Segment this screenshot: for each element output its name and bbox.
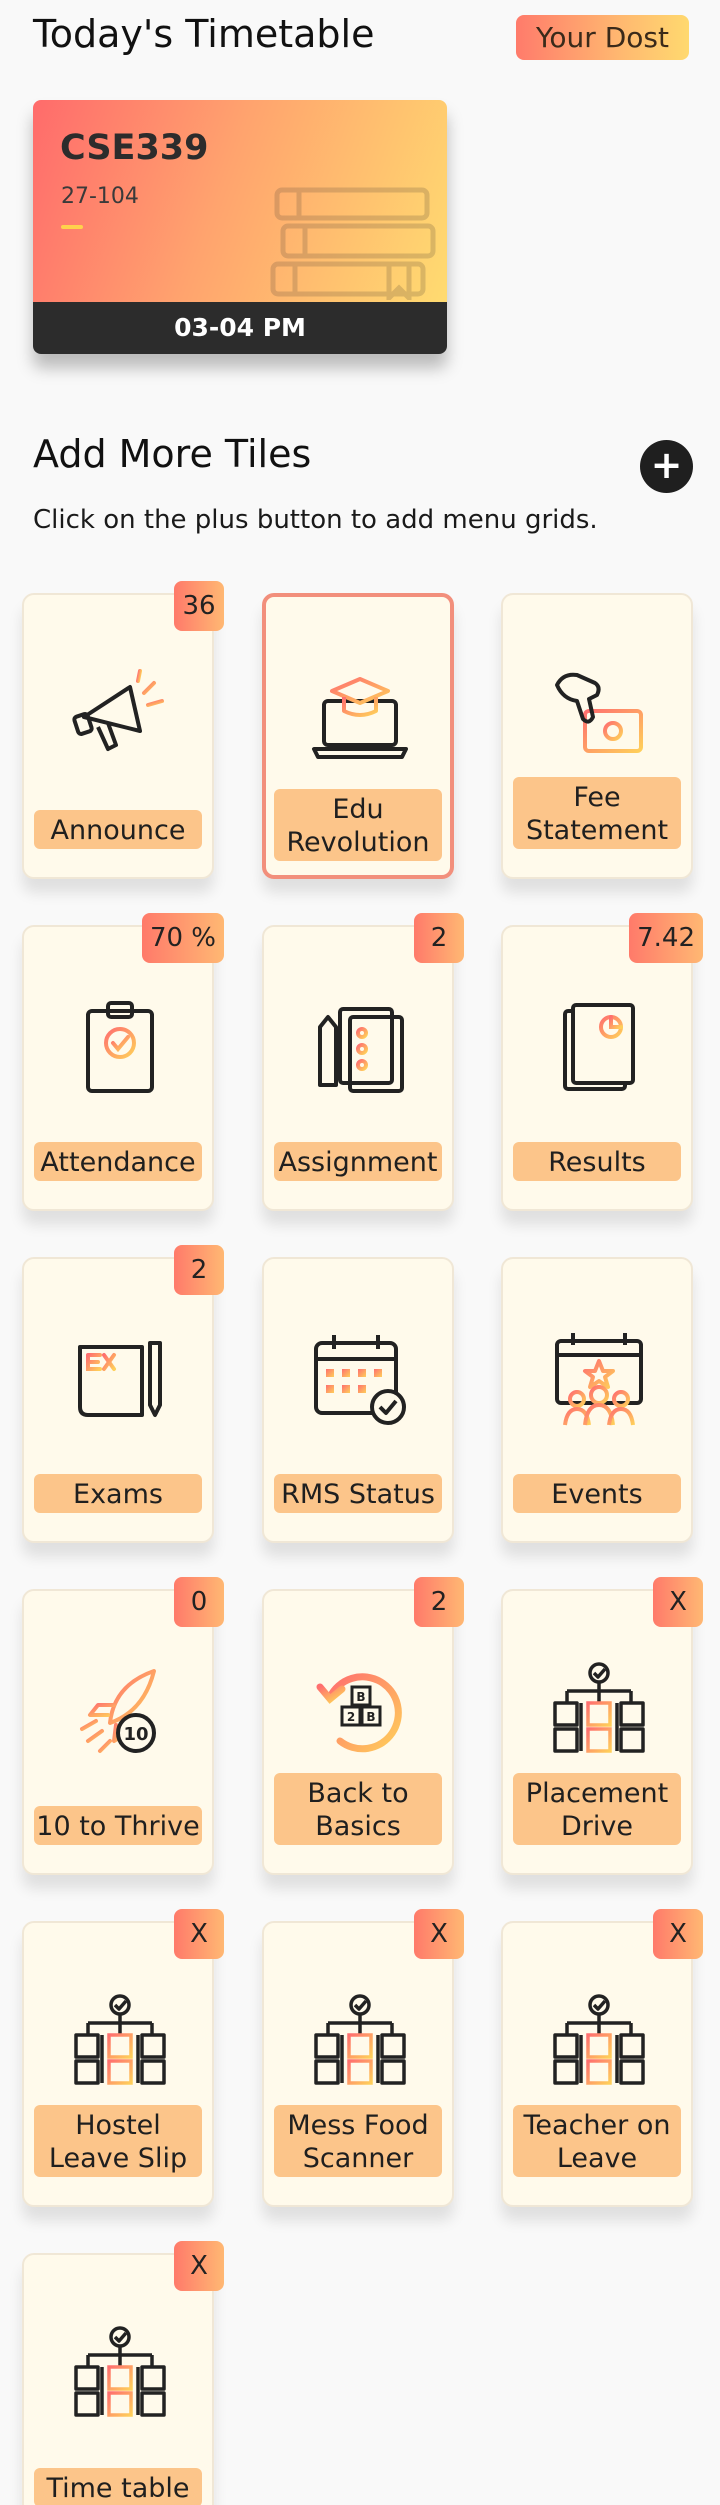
tile-assignment[interactable]: 2 Assignment <box>262 913 464 1211</box>
svg-text:10: 10 <box>123 1724 148 1745</box>
hierarchy-icon <box>314 1994 406 2085</box>
clipboard-check-icon <box>86 1001 154 1093</box>
room-number: 27-104 <box>61 184 139 209</box>
tile-label: Hostel Leave Slip <box>34 2105 202 2177</box>
tile-teacher-on-leave[interactable]: X Teacher on Leave <box>501 1909 703 2207</box>
tile-time-table[interactable]: X Time table <box>22 2241 224 2505</box>
exam-paper-icon <box>78 1341 162 1417</box>
tile-label: Back to Basics <box>274 1773 442 1845</box>
report-chart-icon <box>563 1003 635 1091</box>
tile-placement-drive[interactable]: X Placement Drive <box>501 1577 703 1875</box>
class-time: 03-04 PM <box>33 302 447 354</box>
accent-dash <box>61 225 83 229</box>
tile-results[interactable]: 7.42 Results <box>501 913 703 1211</box>
tile-fee-statement[interactable]: Fee Statement <box>501 593 693 879</box>
add-tile-button[interactable]: + <box>640 440 693 493</box>
tile-label: Edu Revolution <box>274 789 442 861</box>
svg-text:B: B <box>366 1710 375 1724</box>
rocket-icon: 10 <box>80 1669 156 1753</box>
section-hint: Click on the plus button to add menu gri… <box>33 505 598 535</box>
megaphone-icon <box>72 669 164 751</box>
tile-rms-status[interactable]: RMS Status <box>262 1257 454 1543</box>
graduation-laptop-icon <box>312 677 408 759</box>
tile-label: Events <box>513 1474 681 1513</box>
course-code: CSE339 <box>60 128 209 168</box>
hierarchy-icon <box>553 1662 645 1753</box>
tile-label: Attendance <box>34 1142 202 1181</box>
tile-badge: 2 <box>174 1245 224 1295</box>
tile-exams[interactable]: 2 Exams <box>22 1245 224 1543</box>
tile-edu-revolution[interactable]: Edu Revolution <box>262 593 454 879</box>
svg-text:B: B <box>356 1690 365 1704</box>
tile-label: Results <box>513 1142 681 1181</box>
tile-badge: X <box>653 1577 703 1627</box>
calendar-people-icon <box>555 1333 643 1426</box>
tile-badge: 2 <box>414 913 464 963</box>
tile-10-to-thrive[interactable]: 0 10 10 to Thrive <box>22 1577 224 1875</box>
timetable-card[interactable]: CSE339 27-104 03-04 PM <box>33 100 447 354</box>
hand-money-icon <box>555 672 643 753</box>
tile-label: Time table <box>34 2468 202 2505</box>
tile-mess-food-scanner[interactable]: X Mess Food Scanner <box>262 1909 464 2207</box>
page-title: Today's Timetable <box>33 12 375 56</box>
tile-badge: 7.42 <box>629 913 703 963</box>
tile-badge: X <box>174 2241 224 2291</box>
hierarchy-icon <box>74 1994 166 2085</box>
tile-back-to-basics[interactable]: 2 B2B Back to Basics <box>262 1577 464 1875</box>
tile-label: Mess Food Scanner <box>274 2105 442 2177</box>
tile-events[interactable]: Events <box>501 1257 693 1543</box>
tile-badge: 70 % <box>141 913 224 963</box>
hierarchy-icon <box>553 1994 645 2085</box>
tile-label: Placement Drive <box>513 1773 681 1845</box>
tile-badge: 36 <box>174 581 224 631</box>
tile-badge: 0 <box>174 1577 224 1627</box>
tile-attendance[interactable]: 70 % Attendance <box>22 913 224 1211</box>
tile-badge: X <box>174 1909 224 1959</box>
tile-hostel-leave-slip[interactable]: X Hostel Leave Slip <box>22 1909 224 2207</box>
books-icon <box>270 187 436 300</box>
tile-badge: 2 <box>414 1577 464 1627</box>
tile-label: Teacher on Leave <box>513 2105 681 2177</box>
tile-badge: X <box>414 1909 464 1959</box>
tile-badge: X <box>653 1909 703 1959</box>
hierarchy-icon <box>74 2326 166 2417</box>
svg-text:2: 2 <box>347 1710 355 1724</box>
tile-label: Exams <box>34 1474 202 1513</box>
tile-label: Assignment <box>274 1142 442 1181</box>
blocks-refresh-icon: B2 B <box>316 1673 402 1753</box>
checklist-pencil-icon <box>318 1007 404 1093</box>
tile-label: RMS Status <box>274 1474 442 1513</box>
calendar-check-icon <box>314 1335 406 1425</box>
tile-label: Announce <box>34 810 202 849</box>
tile-announce[interactable]: 36 Announce <box>22 581 224 879</box>
section-title: Add More Tiles <box>33 432 312 476</box>
tile-label: Fee Statement <box>513 777 681 849</box>
tile-label: 10 to Thrive <box>34 1806 202 1845</box>
brand-badge[interactable]: Your Dost <box>516 15 689 60</box>
timetable-card-header: CSE339 27-104 <box>33 100 447 302</box>
